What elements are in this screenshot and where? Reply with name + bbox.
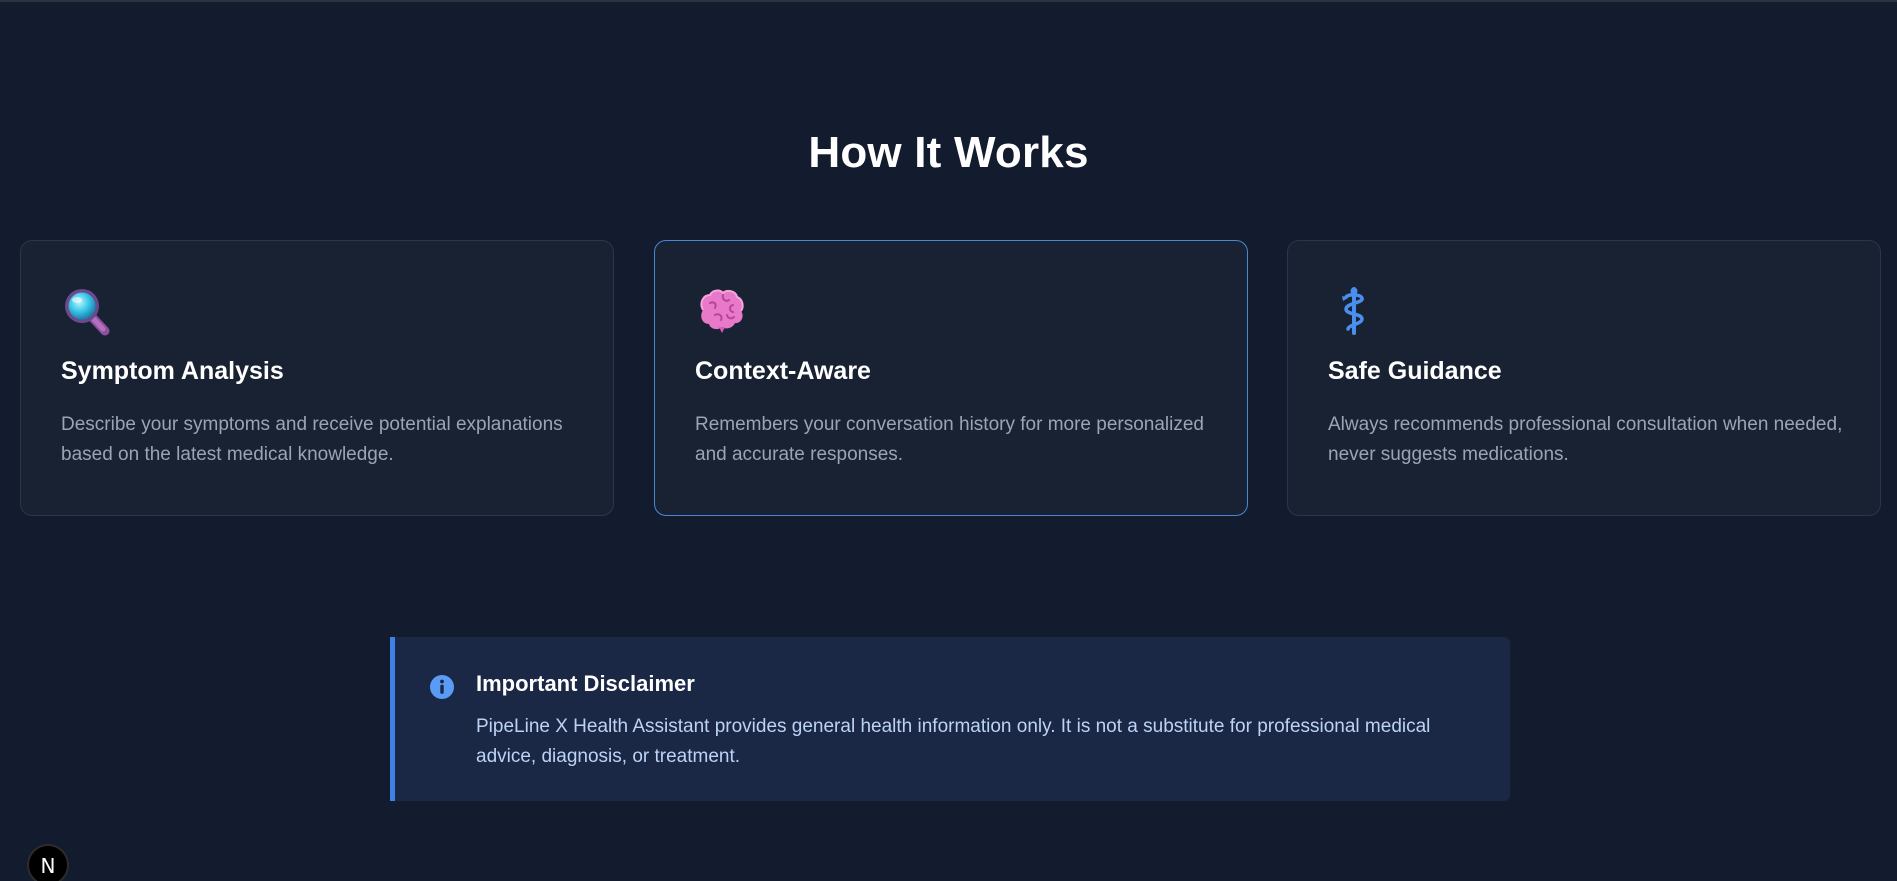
feature-card-symptom-analysis: Symptom Analysis Describe your symptoms …	[20, 240, 614, 516]
card-title: Context-Aware	[695, 357, 871, 385]
medical-symbol-icon	[1342, 287, 1364, 335]
disclaimer-text: PipeLine X Health Assistant provides gen…	[476, 716, 1431, 767]
feature-card-safe-guidance: Safe Guidance Always recommends professi…	[1287, 240, 1881, 516]
section-title: How It Works	[808, 128, 1089, 177]
feature-card-context-aware: Context-Aware Remembers your conversatio…	[654, 240, 1248, 516]
card-title: Symptom Analysis	[61, 357, 284, 385]
disclaimer-title: Important Disclaimer	[476, 671, 695, 696]
top-divider	[0, 0, 1897, 8]
brain-icon	[700, 289, 744, 333]
nextjs-icon[interactable]: N	[27, 844, 69, 881]
card-description: Remembers your conversation history for …	[695, 414, 1204, 465]
page: How It Works Symptom Analysis Describe y…	[0, 0, 1897, 881]
card-description: Always recommends professional consultat…	[1328, 414, 1843, 465]
magnifying-glass-icon	[65, 289, 110, 336]
card-title: Safe Guidance	[1328, 357, 1502, 385]
card-description: Describe your symptoms and receive poten…	[61, 414, 563, 465]
info-icon	[430, 675, 454, 699]
disclaimer-box: Important Disclaimer PipeLine X Health A…	[390, 637, 1510, 801]
